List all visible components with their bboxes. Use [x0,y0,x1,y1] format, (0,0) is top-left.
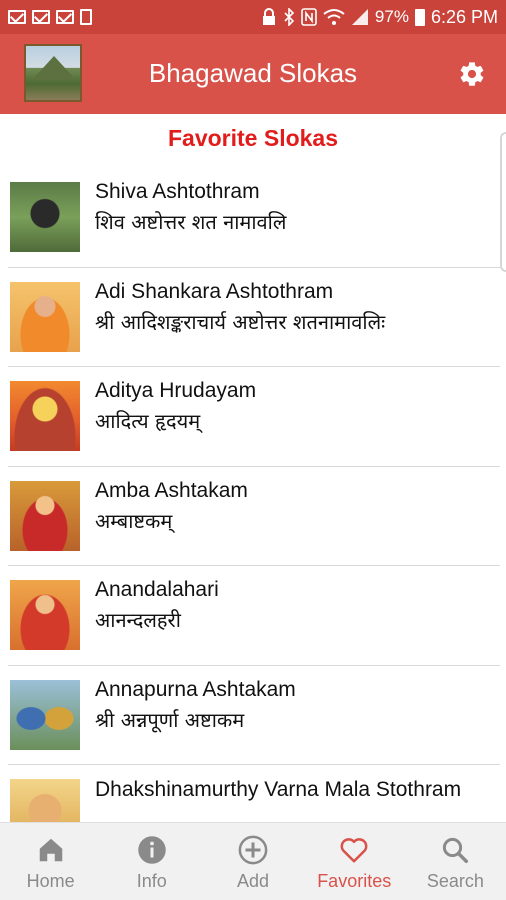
bluetooth-icon [284,8,295,26]
sloka-title: Aditya Hrudayam [95,379,257,402]
nav-home-label: Home [26,871,75,891]
wifi-icon [323,9,345,25]
sloka-title: Adi Shankara Ashtothram [95,279,334,303]
battery-icon [414,8,425,26]
list-item[interactable]: Anandalahari आनन्दलहरी [8,566,500,666]
sloka-title: Dhakshinamurthy Varna Mala Stothram [95,778,462,801]
sloka-thumbnail [10,182,80,252]
mail-icon [32,10,50,24]
lock-icon [262,8,275,25]
nav-add[interactable]: Add [202,823,303,900]
sloka-thumbnail [10,480,80,551]
sloka-thumbnail [10,679,80,750]
app-title: Bhagawad Slokas [148,58,358,88]
list-item[interactable]: Shiva Ashtothram शिव अष्टोत्तर शत नामावल… [8,168,500,268]
sloka-subtitle: श्री अन्नपूर्णा अष्टाकम [95,707,245,732]
nav-search-label: Search [426,871,484,891]
mail-icon [56,10,74,24]
app-bar: Bhagawad Slokas [0,34,506,114]
list-item[interactable]: Adi Shankara Ashtothram श्री आदिशङ्कराचा… [8,268,500,367]
sloka-subtitle: श्री आदिशङ्कराचार्य अष्टोत्तर शतनामावलिः [95,309,386,334]
list-item[interactable]: Amba Ashtakam अम्बाष्टकम् [8,467,500,566]
sloka-thumbnail [10,381,80,451]
sloka-subtitle: अम्बाष्टकम् [95,508,173,533]
signal-icon [351,9,368,25]
sloka-title: Annapurna Ashtakam [95,677,296,701]
add-circle-icon [238,835,268,865]
sloka-title: Amba Ashtakam [95,478,248,502]
sloka-subtitle: आनन्दलहरी [95,608,181,632]
list-item[interactable]: Aditya Hrudayam आदित्य हृदयम् [8,367,500,467]
sloka-title: Shiva Ashtothram [95,180,260,203]
list-item[interactable]: Annapurna Ashtakam श्री अन्नपूर्णा अष्टा… [8,666,500,765]
mail-icon [8,10,26,24]
notification-icons [8,9,92,25]
system-icons: 97% 6:26 PM [261,7,498,28]
nav-search[interactable]: Search [405,823,506,900]
bottom-navigation: Home Info Add Favorites Search [0,822,506,900]
battery-percent: 97% [374,7,409,26]
status-bar: 97% 6:26 PM [0,0,506,34]
document-icon [80,9,92,25]
nfc-icon [301,8,317,26]
clock: 6:26 PM [430,6,498,27]
nav-info-label: Info [136,871,167,891]
sloka-subtitle: शिव अष्टोत्तर शत नामावलि [95,210,287,234]
heart-icon [340,838,368,863]
sloka-list: Shiva Ashtothram शिव अष्टोत्तर शत नामावल… [0,168,500,865]
sloka-thumbnail [10,580,80,650]
sloka-subtitle: आदित्य हृदयम् [95,409,201,433]
home-icon [39,838,62,862]
sloka-thumbnail [10,281,80,352]
nav-home[interactable]: Home [0,823,101,900]
nav-favorites[interactable]: Favorites [304,823,405,900]
search-icon [443,837,469,863]
gear-icon[interactable] [458,60,486,88]
info-icon [138,836,166,864]
scroll-indicator[interactable] [500,132,506,272]
nav-add-label: Add [236,871,270,891]
nav-info[interactable]: Info [101,823,202,900]
nav-favorites-label: Favorites [317,871,392,891]
sloka-title: Anandalahari [95,578,219,601]
section-title: Favorite Slokas [167,125,339,151]
